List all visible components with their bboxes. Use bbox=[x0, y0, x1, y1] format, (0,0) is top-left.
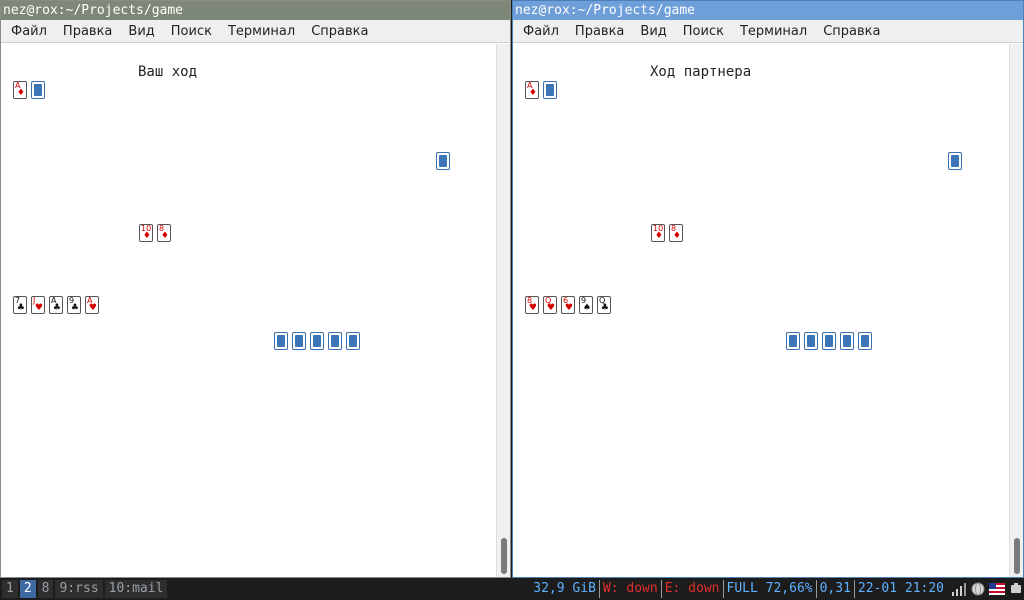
card-back bbox=[31, 81, 45, 99]
menu-edit[interactable]: Правка bbox=[567, 20, 632, 43]
playing-card[interactable]: J ♥ bbox=[31, 296, 45, 314]
playing-card: 8 ♦ bbox=[669, 224, 683, 242]
card-back bbox=[292, 332, 306, 350]
playing-card[interactable]: A ♥ bbox=[85, 296, 99, 314]
card-back bbox=[436, 152, 450, 170]
workspace-button[interactable]: 1 bbox=[2, 580, 18, 598]
playing-card[interactable]: Q ♥ bbox=[543, 296, 557, 314]
playing-card: 10 ♦ bbox=[139, 224, 153, 242]
card-back bbox=[804, 332, 818, 350]
card-back bbox=[840, 332, 854, 350]
workspace-button[interactable]: 9:rss bbox=[55, 580, 103, 598]
turn-status: Ваш ход bbox=[138, 64, 198, 80]
menu-file[interactable]: Файл bbox=[513, 20, 567, 43]
card-back bbox=[543, 81, 557, 99]
playing-card[interactable]: 6 ♥ bbox=[561, 296, 575, 314]
player-hand: 8 ♥ Q ♥ 6 ♥ 9 ♠ Q ♣ bbox=[525, 296, 611, 314]
workspace-button[interactable]: 2 bbox=[19, 580, 36, 598]
opponent-bottom-cards bbox=[786, 332, 872, 350]
terminal-window-right[interactable]: nez@rox:~/Projects/game Файл Правка Вид … bbox=[512, 0, 1024, 578]
table-cards: 10 ♦ 8 ♦ bbox=[139, 224, 171, 242]
card-suit: ♥ bbox=[564, 303, 573, 313]
card-back bbox=[274, 332, 288, 350]
card-back bbox=[346, 332, 360, 350]
disk-status: 32,9 GiB bbox=[530, 580, 600, 598]
table-cards: 10 ♦ 8 ♦ bbox=[651, 224, 683, 242]
playing-card: 10 ♦ bbox=[651, 224, 665, 242]
opponent-right-cards bbox=[436, 152, 450, 170]
load-status: 0,31 bbox=[817, 580, 855, 598]
card-suit: ♣ bbox=[70, 303, 79, 313]
card-suit: ♦ bbox=[528, 88, 537, 98]
clock: 22-01 21:20 bbox=[857, 581, 944, 596]
battery-status: FULL 72,66% bbox=[724, 580, 817, 598]
flag-us-icon[interactable] bbox=[989, 582, 1005, 596]
taskbar: 1 2 8 9:rss 10:mail 32,9 GiB W: down E: … bbox=[0, 578, 1024, 600]
playing-card[interactable]: 9 ♠ bbox=[579, 296, 593, 314]
menu-help[interactable]: Справка bbox=[815, 20, 888, 43]
terminal-area[interactable]: Ваш ход A ♦ 10 ♦ 8 ♦ 7 ♣ J ♥ A ♣ 9 ♣ A ♥ bbox=[1, 44, 496, 577]
card-suit: ♦ bbox=[142, 231, 151, 241]
card-suit: ♣ bbox=[600, 303, 609, 313]
menu-view[interactable]: Вид bbox=[120, 20, 162, 43]
card-suit: ♥ bbox=[528, 303, 537, 313]
scroll-thumb[interactable] bbox=[1014, 538, 1020, 574]
playing-card[interactable]: 7 ♣ bbox=[13, 296, 27, 314]
card-suit: ♦ bbox=[160, 231, 169, 241]
card-suit: ♥ bbox=[34, 303, 43, 313]
opponent-right-cards bbox=[948, 152, 962, 170]
card-back bbox=[786, 332, 800, 350]
card-suit: ♦ bbox=[654, 231, 663, 241]
ethernet-status: E: down bbox=[662, 580, 724, 598]
card-suit: ♣ bbox=[16, 303, 25, 313]
workspace-button[interactable]: 8 bbox=[37, 580, 54, 598]
system-tray bbox=[951, 582, 1024, 596]
card-back bbox=[310, 332, 324, 350]
window-title[interactable]: nez@rox:~/Projects/game bbox=[1, 1, 510, 20]
playing-card: A ♦ bbox=[525, 81, 539, 99]
turn-status: Ход партнера bbox=[650, 64, 752, 80]
opponent-top-cards: A ♦ bbox=[525, 81, 557, 99]
signal-icon[interactable] bbox=[951, 582, 967, 596]
wifi-status: W: down bbox=[600, 580, 662, 598]
scrollbar[interactable] bbox=[1009, 44, 1023, 577]
globe-icon[interactable] bbox=[970, 582, 986, 596]
menu-search[interactable]: Поиск bbox=[675, 20, 732, 43]
card-suit: ♣ bbox=[52, 303, 61, 313]
card-suit: ♠ bbox=[582, 303, 591, 313]
menu-bar: Файл Правка Вид Поиск Терминал Справка bbox=[513, 20, 1023, 43]
playing-card: 8 ♦ bbox=[157, 224, 171, 242]
card-suit: ♥ bbox=[546, 303, 555, 313]
scrollbar[interactable] bbox=[496, 44, 510, 577]
card-suit: ♦ bbox=[16, 88, 25, 98]
playing-card[interactable]: A ♣ bbox=[49, 296, 63, 314]
terminal-area[interactable]: Ход партнера A ♦ 10 ♦ 8 ♦ 8 ♥ Q ♥ 6 ♥ 9 ♠ Q ♣ bbox=[513, 44, 1009, 577]
menu-bar: Файл Правка Вид Поиск Терминал Справка bbox=[1, 20, 510, 43]
card-back bbox=[948, 152, 962, 170]
playing-card: A ♦ bbox=[13, 81, 27, 99]
power-icon[interactable] bbox=[1008, 582, 1024, 596]
card-suit: ♦ bbox=[672, 231, 681, 241]
window-title[interactable]: nez@rox:~/Projects/game bbox=[513, 1, 1023, 20]
menu-view[interactable]: Вид bbox=[632, 20, 674, 43]
menu-help[interactable]: Справка bbox=[303, 20, 376, 43]
menu-terminal[interactable]: Терминал bbox=[220, 20, 303, 43]
menu-terminal[interactable]: Терминал bbox=[732, 20, 815, 43]
card-back bbox=[822, 332, 836, 350]
card-suit: ♥ bbox=[88, 303, 97, 313]
playing-card[interactable]: 9 ♣ bbox=[67, 296, 81, 314]
menu-search[interactable]: Поиск bbox=[163, 20, 220, 43]
workspace-button[interactable]: 10:mail bbox=[104, 580, 168, 598]
menu-file[interactable]: Файл bbox=[1, 20, 55, 43]
menu-edit[interactable]: Правка bbox=[55, 20, 120, 43]
playing-card[interactable]: 8 ♥ bbox=[525, 296, 539, 314]
card-back bbox=[328, 332, 342, 350]
playing-card[interactable]: Q ♣ bbox=[597, 296, 611, 314]
opponent-top-cards: A ♦ bbox=[13, 81, 45, 99]
scroll-thumb[interactable] bbox=[501, 538, 507, 574]
terminal-window-left[interactable]: nez@rox:~/Projects/game Файл Правка Вид … bbox=[0, 0, 511, 578]
opponent-bottom-cards bbox=[274, 332, 360, 350]
card-back bbox=[858, 332, 872, 350]
player-hand: 7 ♣ J ♥ A ♣ 9 ♣ A ♥ bbox=[13, 296, 99, 314]
